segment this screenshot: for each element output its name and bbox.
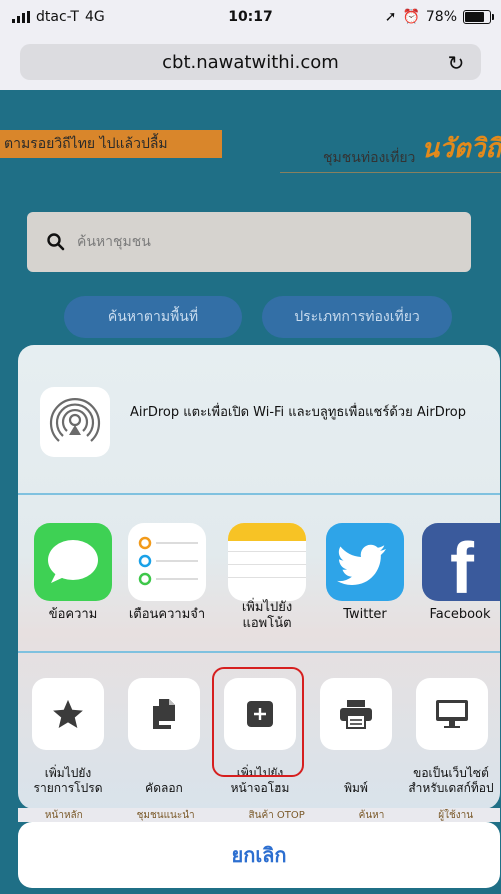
browser-toolbar: cbt.nawatwithi.com ↻ <box>0 34 501 90</box>
action-label-copy: คัดลอก <box>145 781 183 795</box>
search-by-area-button[interactable]: ค้นหาตามพื้นที่ <box>64 296 242 338</box>
battery-icon <box>463 10 494 24</box>
search-placeholder: ค้นหาชุมชน <box>77 234 151 250</box>
twitter-icon[interactable] <box>326 523 404 601</box>
reload-icon[interactable]: ↻ <box>441 48 471 78</box>
site-banner-tagline: ตามรอยวิถีไทย ไปแล้วปลื้ม <box>0 130 222 158</box>
search-icon <box>47 233 65 251</box>
tourism-type-button[interactable]: ประเภทการท่องเที่ยว <box>262 296 452 338</box>
battery-percent: 78% <box>425 9 457 25</box>
nav-search[interactable]: ค้นหา <box>359 808 385 822</box>
star-icon[interactable] <box>32 678 104 750</box>
messages-icon[interactable] <box>34 523 112 601</box>
app-label-messages: ข้อความ <box>48 607 98 622</box>
nav-home[interactable]: หน้าหลัก <box>45 808 83 822</box>
printer-icon[interactable] <box>320 678 392 750</box>
community-search-input[interactable]: ค้นหาชุมชน <box>27 212 471 272</box>
battery-fill <box>465 12 484 22</box>
highlight-box <box>212 667 304 777</box>
sheet-separator <box>18 493 500 495</box>
app-label-twitter: Twitter <box>343 607 387 622</box>
nav-recommended[interactable]: ชุมชนแนะนำ <box>137 808 195 822</box>
nav-user[interactable]: ผู้ใช้งาน <box>438 808 473 822</box>
action-label-print: พิมพ์ <box>344 781 368 795</box>
site-brand-caption: ชุมชนท่องเที่ยว <box>323 150 416 166</box>
facebook-icon[interactable]: f <box>422 523 500 605</box>
action-label-favorites: เพิ่มไปยัง รายการโปรด <box>33 766 103 795</box>
action-label-desktop-site: ขอเป็นเว็บไซต์ สำหรับเดสก์ท็อป <box>408 766 494 795</box>
copy-icon[interactable] <box>128 678 200 750</box>
reminders-icon[interactable] <box>128 523 206 601</box>
desktop-icon[interactable] <box>416 678 488 750</box>
app-label-reminders: เตือนความจำ <box>128 607 206 622</box>
site-brand: ชุมชนท่องเที่ยว นวัตวิถี <box>323 128 501 169</box>
status-bar: dtac-T 4G 10:17 ➚ ⏰ 78% <box>0 0 501 34</box>
app-label-facebook: Facebook <box>429 607 491 622</box>
url-text: cbt.nawatwithi.com <box>162 51 339 73</box>
alarm-icon: ⏰ <box>402 9 420 25</box>
notes-icon[interactable] <box>228 523 306 601</box>
banner-divider <box>280 172 501 173</box>
cancel-button[interactable]: ยกเลิก <box>18 822 500 888</box>
sheet-separator <box>18 651 500 653</box>
nav-otop[interactable]: สินค้า OTOP <box>249 808 305 822</box>
airdrop-icon[interactable] <box>40 387 110 457</box>
app-label-notes: เพิ่มไปยัง แอพโน้ต <box>241 600 293 632</box>
location-icon: ➚ <box>384 9 397 25</box>
address-bar[interactable]: cbt.nawatwithi.com ↻ <box>20 44 481 80</box>
status-right: ➚ ⏰ 78% <box>384 9 494 25</box>
airdrop-instruction: AirDrop แตะเพื่อเปิด Wi-Fi และบลูทูธเพื่… <box>130 405 466 420</box>
site-bottom-nav: หน้าหลัก ชุมชนแนะนำ สินค้า OTOP ค้นหา ผู… <box>18 808 500 822</box>
site-brand-logo: นวัตวิถี <box>421 134 501 164</box>
